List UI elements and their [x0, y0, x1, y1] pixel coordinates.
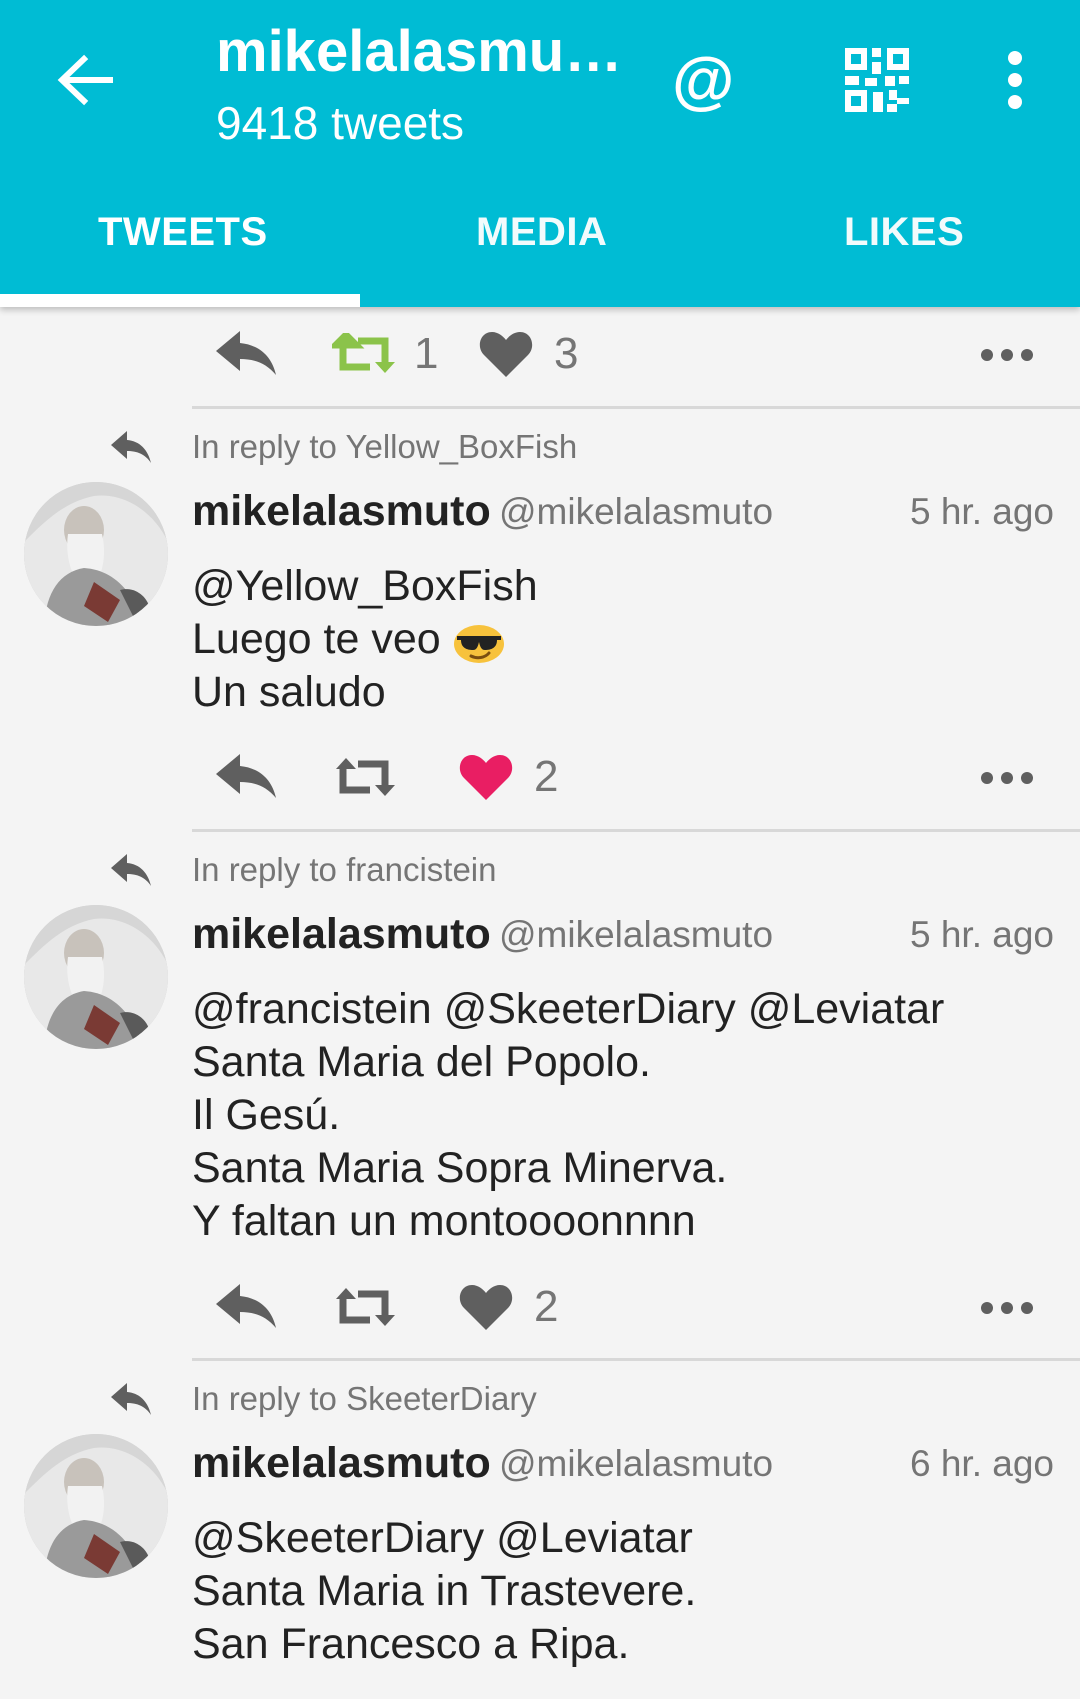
retweet-count: 1 — [414, 329, 439, 378]
tweet-header: mikelalasmuto @mikelalasmuto 5 hr. ago — [192, 910, 1054, 970]
retweet-icon[interactable] — [332, 756, 396, 798]
reply-context[interactable]: In reply to SkeeterDiary — [110, 1378, 1010, 1428]
reply-context-text: In reply to SkeeterDiary — [192, 1380, 537, 1417]
author-handle: @mikelalasmuto — [499, 491, 774, 532]
author-handle: @mikelalasmuto — [499, 914, 774, 955]
mention-button[interactable]: @ — [672, 40, 734, 120]
tweet-line: Un saludo — [192, 668, 386, 716]
tweet-line: @SkeeterDiary @Leviatar — [192, 1514, 693, 1562]
tweet-line: San Francesco a Ripa. — [192, 1620, 630, 1668]
more-dots-icon[interactable] — [977, 758, 1037, 798]
tweet-text[interactable]: @Yellow_BoxFish Luego te veo Un saludo — [192, 560, 1052, 719]
tweet-timestamp: 5 hr. ago — [909, 914, 1054, 955]
tweet-actions: 2 — [192, 1268, 1080, 1348]
avatar[interactable] — [24, 482, 168, 626]
tab-tweets[interactable]: TWEETS — [98, 210, 268, 255]
reply-icon[interactable] — [214, 752, 278, 800]
tweet-actions: 2 — [192, 738, 1080, 818]
author-handle: @mikelalasmuto — [499, 1443, 774, 1484]
avatar-image — [24, 905, 168, 1049]
tweet-timestamp: 6 hr. ago — [909, 1443, 1054, 1484]
author-name[interactable]: mikelalasmuto — [192, 1439, 491, 1488]
reply-small-icon — [111, 854, 151, 886]
reply-icon[interactable] — [214, 1282, 278, 1330]
tweet-line: @francistein @SkeeterDiary @Leviatar — [192, 985, 945, 1033]
tweet-line: Santa Maria in Trastevere. — [192, 1567, 697, 1615]
retweet-icon[interactable] — [332, 1286, 396, 1328]
tweet-timestamp: 5 hr. ago — [909, 491, 1054, 532]
divider — [192, 829, 1080, 832]
tweet-line: Il Gesú. — [192, 1091, 341, 1139]
tweet-header: mikelalasmuto @mikelalasmuto 6 hr. ago — [192, 1439, 1054, 1499]
tweet-line-text: Luego te veo — [192, 615, 441, 663]
tweet-line: @Yellow_BoxFish — [192, 562, 538, 610]
tab-likes[interactable]: LIKES — [844, 210, 964, 255]
qr-code-icon[interactable] — [845, 48, 909, 112]
avatar[interactable] — [24, 905, 168, 1049]
active-tab-indicator — [0, 294, 360, 307]
like-count: 2 — [534, 1282, 559, 1331]
avatar[interactable] — [24, 1434, 168, 1578]
reply-context-text: In reply to Yellow_BoxFish — [192, 428, 578, 465]
heart-filled-icon[interactable] — [458, 752, 514, 802]
app-bar: mikelalasmu… 9418 tweets @ TWEETS MEDIA … — [0, 0, 1080, 307]
tweet-line: Santa Maria del Popolo. — [192, 1038, 651, 1086]
overflow-menu-icon[interactable] — [990, 45, 1040, 115]
tweet-text[interactable]: @SkeeterDiary @Leviatar Santa Maria in T… — [192, 1512, 1052, 1671]
like-count: 2 — [534, 752, 559, 801]
reply-icon[interactable] — [214, 329, 278, 377]
reply-small-icon — [111, 431, 151, 463]
reply-context[interactable]: In reply to francistein — [110, 849, 1010, 899]
tweet-actions: 1 3 — [192, 315, 1080, 395]
tweet-line: Y faltan un montoooonnnn — [192, 1197, 696, 1245]
tab-media[interactable]: MEDIA — [476, 210, 607, 255]
heart-icon[interactable] — [458, 1282, 514, 1332]
heart-icon[interactable] — [478, 329, 534, 379]
tweet-header: mikelalasmuto @mikelalasmuto 5 hr. ago — [192, 487, 1054, 547]
author-name[interactable]: mikelalasmuto — [192, 487, 491, 536]
more-dots-icon[interactable] — [977, 335, 1037, 375]
sunglasses-emoji-icon — [453, 624, 504, 663]
author-name[interactable]: mikelalasmuto — [192, 910, 491, 959]
retweet-icon[interactable] — [332, 333, 396, 375]
profile-title: mikelalasmu… — [216, 19, 623, 84]
avatar-image — [24, 482, 168, 626]
tweet-text[interactable]: @francistein @SkeeterDiary @Leviatar San… — [192, 983, 1052, 1248]
reply-small-icon — [111, 1383, 151, 1415]
divider — [192, 406, 1080, 409]
back-arrow-icon[interactable] — [50, 45, 120, 115]
tweet-line: Santa Maria Sopra Minerva. — [192, 1144, 728, 1192]
avatar-image — [24, 1434, 168, 1578]
tweet-line-with-emoji: Luego te veo — [192, 613, 1052, 666]
tweet-count: 9418 tweets — [216, 97, 465, 149]
reply-context[interactable]: In reply to Yellow_BoxFish — [110, 426, 1010, 476]
more-dots-icon[interactable] — [977, 1288, 1037, 1328]
divider — [192, 1358, 1080, 1361]
reply-context-text: In reply to francistein — [192, 851, 497, 888]
like-count: 3 — [554, 329, 579, 378]
